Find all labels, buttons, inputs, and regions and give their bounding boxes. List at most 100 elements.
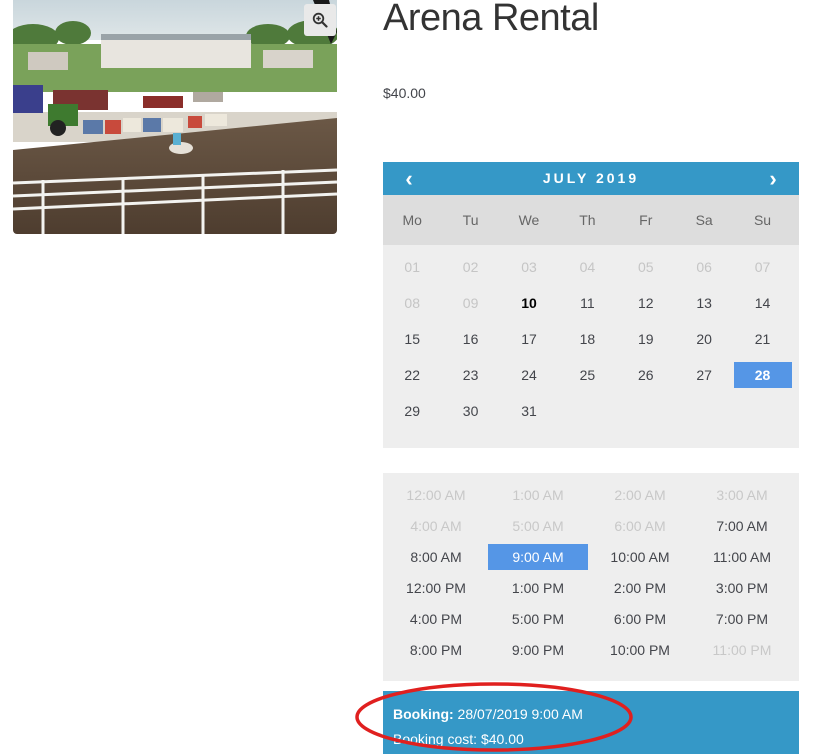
- time-slot-label: 2:00 AM: [614, 486, 666, 503]
- time-slot: 2:00 AM: [589, 479, 691, 510]
- time-slot-label: 5:00 PM: [511, 610, 565, 627]
- time-slot-label: 8:00 AM: [410, 548, 462, 565]
- calendar-day[interactable]: 17: [500, 321, 558, 357]
- calendar-day[interactable]: 14: [733, 285, 791, 321]
- calendar-day-label: 03: [521, 259, 537, 275]
- time-slot-label: 4:00 PM: [409, 610, 463, 627]
- time-slot-label: 10:00 PM: [610, 641, 670, 658]
- calendar-day[interactable]: 28: [733, 357, 792, 393]
- next-month-button[interactable]: ›: [747, 162, 799, 195]
- calendar-day[interactable]: 15: [383, 321, 441, 357]
- booking-label: Booking:: [393, 706, 454, 722]
- calendar-day[interactable]: 16: [441, 321, 499, 357]
- calendar-day-label: 25: [579, 367, 596, 383]
- time-slot: 1:00 AM: [487, 479, 589, 510]
- calendar-day-label: 22: [404, 367, 420, 383]
- calendar-day[interactable]: 21: [733, 321, 791, 357]
- time-slot[interactable]: 8:00 PM: [385, 634, 487, 665]
- calendar-day[interactable]: 19: [617, 321, 675, 357]
- calendar-day-label: 06: [696, 259, 712, 275]
- time-slot[interactable]: 2:00 PM: [589, 572, 691, 603]
- prev-month-button[interactable]: ‹: [383, 162, 435, 195]
- time-slot[interactable]: 10:00 AM: [589, 541, 691, 572]
- time-slot-label: 9:00 PM: [511, 641, 565, 658]
- calendar-day-label: 01: [404, 259, 420, 275]
- calendar-day[interactable]: 30: [441, 393, 499, 429]
- time-slot-label: 9:00 AM: [488, 543, 588, 570]
- time-slot-label: 12:00 AM: [406, 486, 466, 503]
- calendar-day-label: 12: [637, 295, 654, 311]
- calendar-day[interactable]: 26: [617, 357, 675, 393]
- calendar-day[interactable]: 31: [500, 393, 558, 429]
- calendar-day[interactable]: 18: [558, 321, 616, 357]
- time-slot[interactable]: 9:00 AM: [487, 541, 589, 572]
- calendar-day-label: 13: [696, 295, 712, 311]
- time-slot[interactable]: 4:00 PM: [385, 603, 487, 634]
- calendar-day[interactable]: 27: [675, 357, 733, 393]
- time-slot[interactable]: 7:00 PM: [691, 603, 793, 634]
- time-slot[interactable]: 1:00 PM: [487, 572, 589, 603]
- product-image[interactable]: [13, 0, 337, 234]
- calendar-day[interactable]: 22: [383, 357, 441, 393]
- calendar-day: 06: [675, 249, 733, 285]
- calendar-day-label: 18: [579, 331, 596, 347]
- calendar-day-label: 31: [521, 403, 537, 419]
- weekday-label: Fr: [639, 212, 653, 228]
- calendar-day[interactable]: 11: [558, 285, 616, 321]
- calendar-day[interactable]: 25: [558, 357, 616, 393]
- time-slot-label: 12:00 PM: [406, 579, 466, 596]
- calendar-day[interactable]: 12: [617, 285, 675, 321]
- calendar-day[interactable]: 10: [500, 285, 558, 321]
- time-slot[interactable]: 10:00 PM: [589, 634, 691, 665]
- booking-cost-line: Booking cost: $40.00: [393, 731, 524, 747]
- time-slot-grid: 12:00 AM 1:00 AM 2:00 AM 3:00 AM 4:00 AM 5:00…: [383, 473, 799, 665]
- calendar-day[interactable]: 13: [675, 285, 733, 321]
- time-slot[interactable]: 11:00 AM: [691, 541, 793, 572]
- calendar-day-label: 24: [521, 367, 537, 383]
- calendar-day-label: 11: [580, 295, 595, 311]
- calendar-day-label: 19: [637, 331, 654, 347]
- calendar-day: 04: [558, 249, 616, 285]
- calendar-day[interactable]: 29: [383, 393, 441, 429]
- calendar-day: 05: [617, 249, 675, 285]
- calendar-day: 07: [733, 249, 791, 285]
- time-slot[interactable]: 12:00 PM: [385, 572, 487, 603]
- calendar-day[interactable]: 23: [441, 357, 499, 393]
- time-slot-label: 10:00 AM: [610, 548, 670, 565]
- booking-line: Booking: 28/07/2019 9:00 AM: [393, 706, 583, 722]
- calendar-day-label: 16: [462, 331, 479, 347]
- calendar-day-label: 30: [462, 403, 479, 419]
- chevron-right-icon: ›: [769, 165, 777, 191]
- booking-cost-value: $40.00: [480, 731, 524, 747]
- time-slot-label: 1:00 PM: [511, 579, 565, 596]
- weekday-label: Sa: [695, 212, 713, 228]
- calendar-header: ‹ JULY 2019 ›: [383, 162, 799, 195]
- weekday-label: We: [518, 212, 540, 228]
- calendar-day-label: 05: [637, 259, 654, 275]
- calendar-day[interactable]: 20: [675, 321, 733, 357]
- time-slot: 3:00 AM: [691, 479, 793, 510]
- time-slot: 12:00 AM: [385, 479, 487, 510]
- weekday-label: Mo: [402, 212, 422, 228]
- weekday-label: Su: [753, 212, 772, 228]
- calendar-day-label: 09: [462, 295, 479, 311]
- calendar-day-label: 10: [521, 295, 537, 311]
- time-slot[interactable]: 3:00 PM: [691, 572, 793, 603]
- zoom-button[interactable]: [304, 4, 336, 36]
- calendar-day-label: 15: [404, 331, 420, 347]
- rodeo-arena-photo: [13, 0, 337, 234]
- time-slot-label: 6:00 AM: [614, 517, 666, 534]
- calendar-weekday-row: Mo Tu We Th Fr Sa Su: [383, 195, 799, 245]
- product-price: $40.00: [383, 85, 426, 101]
- calendar-day[interactable]: 24: [500, 357, 558, 393]
- time-slot-label: 11:00 AM: [712, 548, 772, 565]
- time-slot[interactable]: 8:00 AM: [385, 541, 487, 572]
- calendar-day-label: 04: [579, 259, 596, 275]
- time-slot[interactable]: 6:00 PM: [589, 603, 691, 634]
- time-slot-label: 1:00 AM: [512, 486, 564, 503]
- calendar-day: 01: [383, 249, 441, 285]
- time-slot-label: 6:00 PM: [613, 610, 667, 627]
- time-slot[interactable]: 9:00 PM: [487, 634, 589, 665]
- time-slot[interactable]: 7:00 AM: [691, 510, 793, 541]
- time-slot[interactable]: 5:00 PM: [487, 603, 589, 634]
